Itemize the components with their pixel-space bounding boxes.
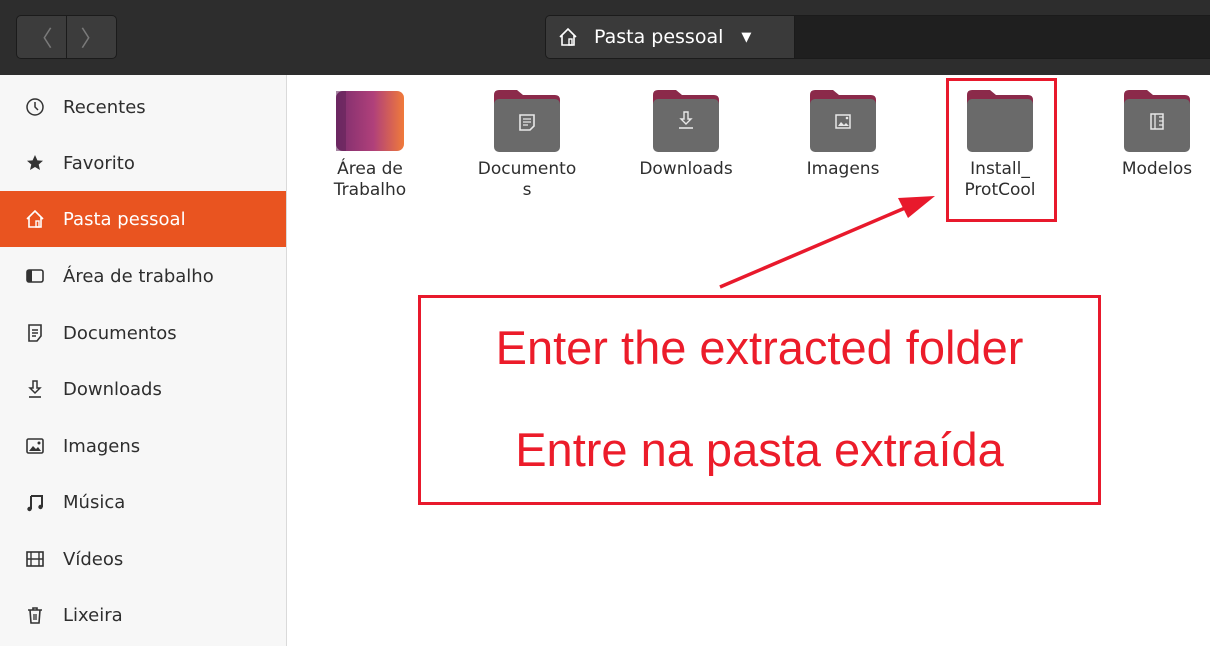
annotation-line-portuguese: Entre na pasta extraída <box>515 423 1004 476</box>
annotation-box: Enter the extracted folder Entre na past… <box>418 295 1101 505</box>
annotation-line-english: Enter the extracted folder <box>495 321 1024 374</box>
